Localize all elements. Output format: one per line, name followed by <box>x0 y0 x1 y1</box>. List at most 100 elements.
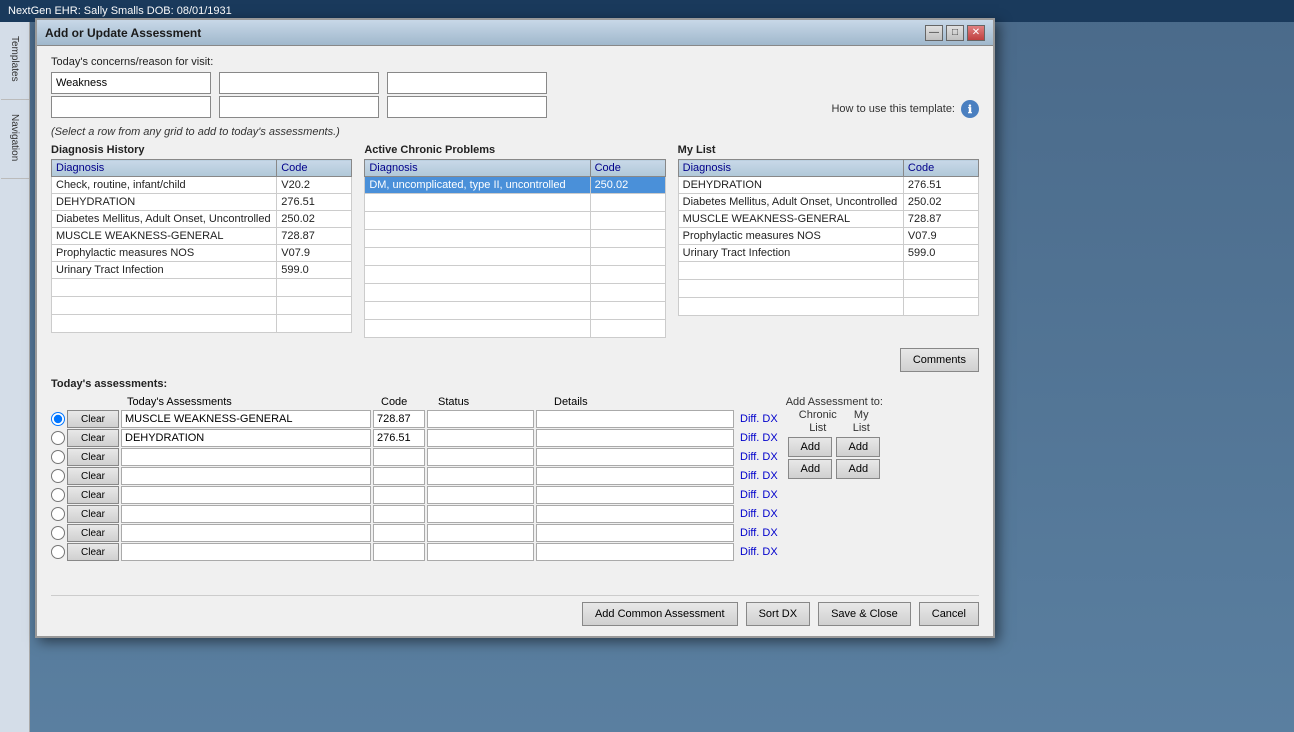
clear-button-7[interactable]: Clear <box>67 524 119 542</box>
diff-dx-3[interactable]: Diff. DX <box>740 451 778 463</box>
assess-details-3[interactable] <box>536 448 734 466</box>
table-row[interactable]: Urinary Tract Infection 599.0 <box>678 245 978 262</box>
table-row[interactable] <box>365 320 665 338</box>
minimize-button[interactable]: — <box>925 25 943 41</box>
add-mylist-2[interactable]: Add <box>836 459 880 479</box>
table-row[interactable]: MUSCLE WEAKNESS-GENERAL 728.87 <box>678 211 978 228</box>
maximize-button[interactable]: □ <box>946 25 964 41</box>
assess-radio-3[interactable] <box>51 450 65 464</box>
assess-status-2[interactable] <box>427 429 534 447</box>
diff-dx-8[interactable]: Diff. DX <box>740 546 778 558</box>
table-row[interactable] <box>52 297 352 315</box>
table-row[interactable]: DEHYDRATION 276.51 <box>678 177 978 194</box>
add-chronic-1[interactable]: Add <box>788 437 832 457</box>
table-row[interactable] <box>365 248 665 266</box>
comments-button[interactable]: Comments <box>900 348 979 372</box>
assess-radio-6[interactable] <box>51 507 65 521</box>
concern-input-1b[interactable] <box>51 96 211 118</box>
table-row[interactable]: Diabetes Mellitus, Adult Onset, Uncontro… <box>52 211 352 228</box>
table-row[interactable] <box>365 194 665 212</box>
table-row[interactable]: Prophylactic measures NOS V07.9 <box>678 228 978 245</box>
diff-dx-2[interactable]: Diff. DX <box>740 432 778 444</box>
assess-status-8[interactable] <box>427 543 534 561</box>
assess-code-6[interactable] <box>373 505 425 523</box>
assess-name-3[interactable] <box>121 448 371 466</box>
assess-name-7[interactable] <box>121 524 371 542</box>
assess-status-1[interactable] <box>427 410 534 428</box>
assess-name-4[interactable] <box>121 467 371 485</box>
assess-details-1[interactable] <box>536 410 734 428</box>
assess-code-2[interactable] <box>373 429 425 447</box>
table-row[interactable] <box>52 315 352 333</box>
table-row[interactable] <box>365 212 665 230</box>
clear-button-2[interactable]: Clear <box>67 429 119 447</box>
assess-code-3[interactable] <box>373 448 425 466</box>
concern-input-2[interactable] <box>219 72 379 94</box>
assess-name-2[interactable] <box>121 429 371 447</box>
table-row[interactable]: Check, routine, infant/child V20.2 <box>52 177 352 194</box>
assess-code-8[interactable] <box>373 543 425 561</box>
clear-button-5[interactable]: Clear <box>67 486 119 504</box>
clear-button-4[interactable]: Clear <box>67 467 119 485</box>
assess-radio-8[interactable] <box>51 545 65 559</box>
diff-dx-1[interactable]: Diff. DX <box>740 413 778 425</box>
table-row[interactable]: Diabetes Mellitus, Adult Onset, Uncontro… <box>678 194 978 211</box>
sort-dx-button[interactable]: Sort DX <box>746 602 811 626</box>
assess-details-7[interactable] <box>536 524 734 542</box>
assess-details-4[interactable] <box>536 467 734 485</box>
assess-code-1[interactable] <box>373 410 425 428</box>
assess-radio-2[interactable] <box>51 431 65 445</box>
assess-details-2[interactable] <box>536 429 734 447</box>
concern-input-3[interactable] <box>387 72 547 94</box>
assess-name-5[interactable] <box>121 486 371 504</box>
add-chronic-2[interactable]: Add <box>788 459 832 479</box>
table-row[interactable] <box>365 266 665 284</box>
assess-status-5[interactable] <box>427 486 534 504</box>
assess-details-8[interactable] <box>536 543 734 561</box>
table-row[interactable]: DEHYDRATION 276.51 <box>52 194 352 211</box>
table-row[interactable] <box>365 302 665 320</box>
cancel-button[interactable]: Cancel <box>919 602 979 626</box>
assess-name-8[interactable] <box>121 543 371 561</box>
assess-radio-5[interactable] <box>51 488 65 502</box>
table-row[interactable]: MUSCLE WEAKNESS-GENERAL 728.87 <box>52 228 352 245</box>
assess-status-3[interactable] <box>427 448 534 466</box>
table-row[interactable] <box>365 230 665 248</box>
diff-dx-4[interactable]: Diff. DX <box>740 470 778 482</box>
add-mylist-1[interactable]: Add <box>836 437 880 457</box>
concern-input-3b[interactable] <box>387 96 547 118</box>
concern-input-1[interactable] <box>51 72 211 94</box>
table-row[interactable]: DM, uncomplicated, type II, uncontrolled… <box>365 177 665 194</box>
assess-name-6[interactable] <box>121 505 371 523</box>
assess-status-7[interactable] <box>427 524 534 542</box>
assess-details-5[interactable] <box>536 486 734 504</box>
table-row[interactable]: Urinary Tract Infection 599.0 <box>52 262 352 279</box>
assess-details-6[interactable] <box>536 505 734 523</box>
close-button[interactable]: ✕ <box>967 25 985 41</box>
diff-dx-5[interactable]: Diff. DX <box>740 489 778 501</box>
table-row[interactable] <box>365 284 665 302</box>
clear-button-3[interactable]: Clear <box>67 448 119 466</box>
table-row[interactable] <box>678 298 978 316</box>
diff-dx-6[interactable]: Diff. DX <box>740 508 778 520</box>
clear-button-6[interactable]: Clear <box>67 505 119 523</box>
info-icon[interactable]: ℹ <box>961 100 979 118</box>
clear-button-1[interactable]: Clear <box>67 410 119 428</box>
assess-name-1[interactable] <box>121 410 371 428</box>
assess-radio-4[interactable] <box>51 469 65 483</box>
add-common-assessment-button[interactable]: Add Common Assessment <box>582 602 738 626</box>
table-row[interactable]: Prophylactic measures NOS V07.9 <box>52 245 352 262</box>
table-row[interactable] <box>678 262 978 280</box>
concern-input-2b[interactable] <box>219 96 379 118</box>
assess-radio-7[interactable] <box>51 526 65 540</box>
assess-radio-1[interactable] <box>51 412 65 426</box>
assess-status-4[interactable] <box>427 467 534 485</box>
assess-code-4[interactable] <box>373 467 425 485</box>
diff-dx-7[interactable]: Diff. DX <box>740 527 778 539</box>
save-close-button[interactable]: Save & Close <box>818 602 911 626</box>
assess-code-5[interactable] <box>373 486 425 504</box>
table-row[interactable] <box>678 280 978 298</box>
assess-status-6[interactable] <box>427 505 534 523</box>
assess-code-7[interactable] <box>373 524 425 542</box>
clear-button-8[interactable]: Clear <box>67 543 119 561</box>
